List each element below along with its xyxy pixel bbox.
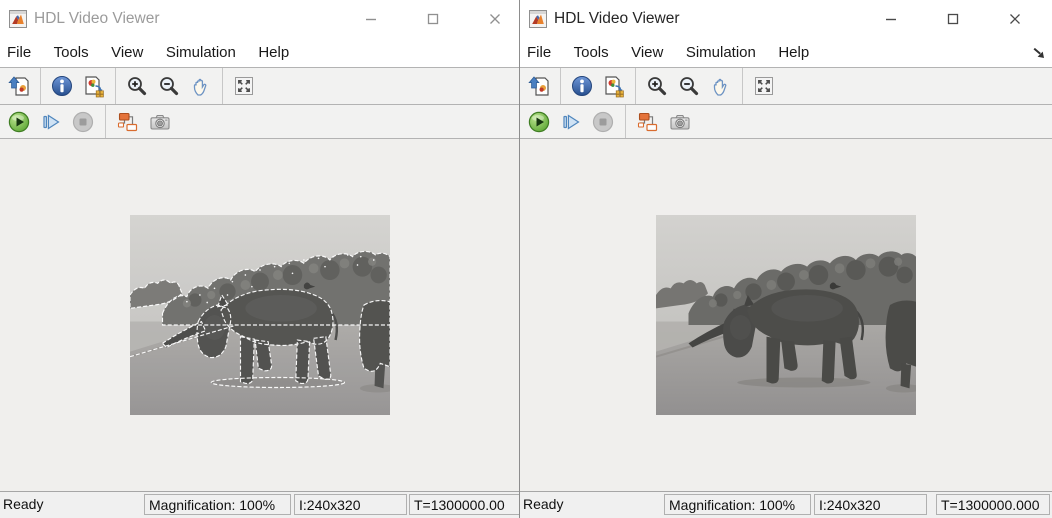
toolbar-separator: [115, 68, 116, 104]
maximize-button[interactable]: [922, 0, 984, 38]
status-ready: Ready: [3, 492, 43, 517]
play-icon[interactable]: [523, 107, 555, 137]
main-toolbar: [0, 68, 519, 105]
matlab-app-icon[interactable]: [529, 10, 547, 28]
title-bar: HDL Video Viewer: [0, 0, 519, 38]
menu-tools[interactable]: Tools: [565, 38, 618, 67]
status-image-size: I:240x320: [814, 494, 927, 515]
status-ready: Ready: [523, 492, 563, 517]
stop-icon: [67, 107, 99, 137]
menu-file[interactable]: File: [0, 38, 40, 67]
desktop: HDL Video Viewer File Tools View Simulat…: [0, 0, 1052, 518]
status-image-size: I:240x320: [294, 494, 407, 515]
menu-simulation[interactable]: Simulation: [677, 38, 765, 67]
toolbar-separator: [625, 105, 626, 138]
stop-icon: [587, 107, 619, 137]
menu-help[interactable]: Help: [249, 38, 298, 67]
toolbar-separator: [222, 68, 223, 104]
video-information-icon[interactable]: [46, 71, 78, 101]
snapshot-camera-icon[interactable]: [664, 107, 696, 137]
toolbar-separator: [635, 68, 636, 104]
step-forward-icon[interactable]: [555, 107, 587, 137]
playback-toolbar: [520, 105, 1052, 139]
playback-toolbar: [0, 105, 519, 139]
menu-tools[interactable]: Tools: [45, 38, 98, 67]
pixel-region-icon[interactable]: [78, 71, 110, 101]
play-icon[interactable]: [3, 107, 35, 137]
status-sim-time: T=1300000.00: [409, 494, 519, 515]
hdl-video-viewer-window-left: HDL Video Viewer File Tools View Simulat…: [0, 0, 519, 518]
status-magnification: Magnification: 100%: [144, 494, 291, 515]
zoom-out-icon[interactable]: [153, 71, 185, 101]
menu-bar: File Tools View Simulation Help: [520, 38, 1052, 68]
menu-view[interactable]: View: [622, 38, 672, 67]
menu-simulation[interactable]: Simulation: [157, 38, 245, 67]
maintain-fit-to-window-icon[interactable]: [228, 71, 260, 101]
matlab-app-icon[interactable]: [9, 10, 27, 28]
maintain-fit-to-window-icon[interactable]: [748, 71, 780, 101]
minimize-button[interactable]: [860, 0, 922, 38]
menu-bar: File Tools View Simulation Help: [0, 38, 519, 68]
toolbar-separator: [105, 105, 106, 138]
hdl-video-viewer-window-right: HDL Video Viewer File Tools View Simulat…: [519, 0, 1052, 518]
video-information-icon[interactable]: [566, 71, 598, 101]
window-title: HDL Video Viewer: [34, 0, 160, 38]
window-title: HDL Video Viewer: [554, 0, 680, 38]
pan-hand-icon[interactable]: [185, 71, 217, 101]
status-bar: Ready Magnification: 100% I:240x320 T=13…: [0, 491, 519, 518]
toolbar-separator: [742, 68, 743, 104]
highlight-simulink-block-icon[interactable]: [112, 107, 144, 137]
status-magnification: Magnification: 100%: [664, 494, 811, 515]
zoom-in-icon[interactable]: [641, 71, 673, 101]
video-display-area[interactable]: [520, 139, 1052, 491]
video-frame-edge-overlay: [130, 215, 390, 415]
menu-file[interactable]: File: [520, 38, 560, 67]
pixel-region-icon[interactable]: [598, 71, 630, 101]
window-controls: [860, 0, 1046, 38]
title-bar: HDL Video Viewer: [520, 0, 1052, 38]
window-controls: [340, 0, 519, 38]
dock-figure-icon[interactable]: [1032, 46, 1046, 60]
close-button[interactable]: [464, 0, 519, 38]
video-display-area[interactable]: [0, 139, 519, 491]
zoom-out-icon[interactable]: [673, 71, 705, 101]
menu-view[interactable]: View: [102, 38, 152, 67]
toolbar-separator: [40, 68, 41, 104]
export-image-icon[interactable]: [3, 71, 35, 101]
export-image-icon[interactable]: [523, 71, 555, 101]
video-frame-original: [656, 215, 916, 415]
menu-help[interactable]: Help: [769, 38, 818, 67]
snapshot-camera-icon[interactable]: [144, 107, 176, 137]
close-button[interactable]: [984, 0, 1046, 38]
highlight-simulink-block-icon[interactable]: [632, 107, 664, 137]
toolbar-separator: [560, 68, 561, 104]
zoom-in-icon[interactable]: [121, 71, 153, 101]
step-forward-icon[interactable]: [35, 107, 67, 137]
maximize-button[interactable]: [402, 0, 464, 38]
pan-hand-icon[interactable]: [705, 71, 737, 101]
status-bar: Ready Magnification: 100% I:240x320 T=13…: [520, 491, 1052, 518]
minimize-button[interactable]: [340, 0, 402, 38]
main-toolbar: [520, 68, 1052, 105]
status-sim-time: T=1300000.000: [936, 494, 1050, 515]
